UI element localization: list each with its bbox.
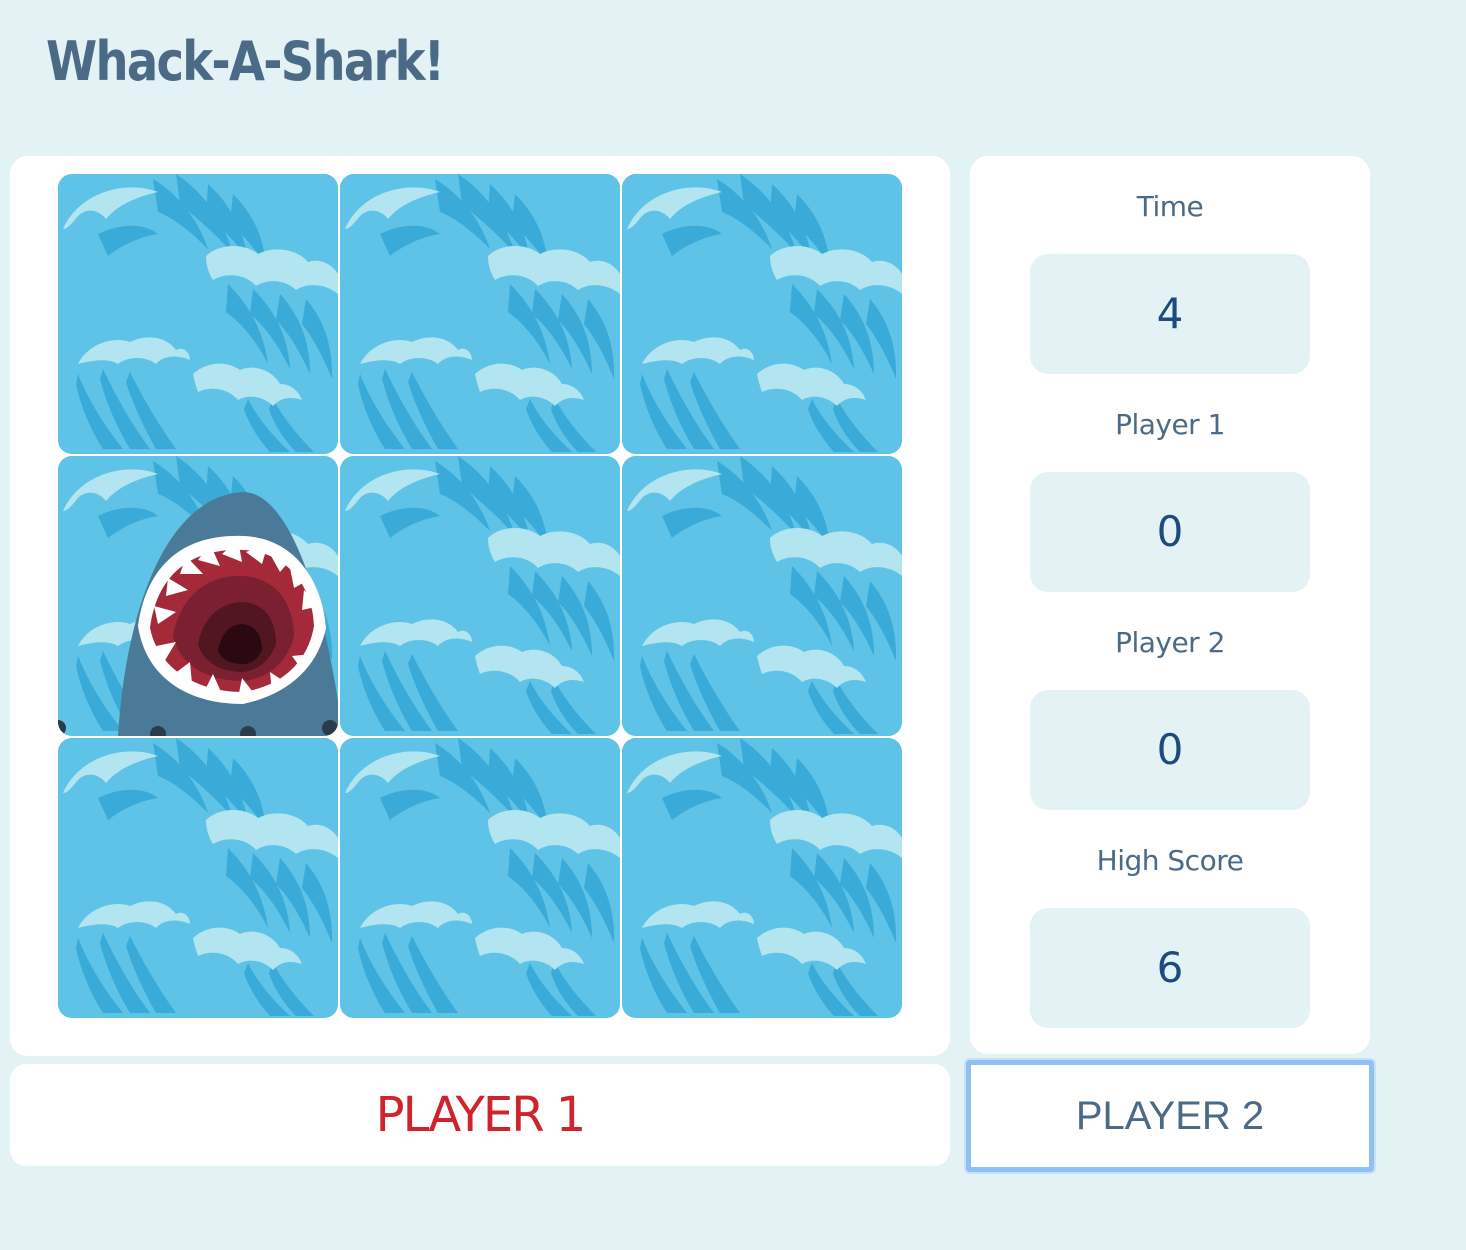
hole-waves[interactable] [622,738,902,1018]
waves-image [622,456,902,736]
hole-grid [58,174,902,1018]
waves-image [340,738,620,1018]
hole-waves[interactable] [58,174,338,454]
hole-waves[interactable] [340,174,620,454]
hole-shark[interactable] [58,456,338,736]
waves-image [340,174,620,454]
player1-button[interactable]: PLAYER 1 [10,1064,950,1166]
scoreboard-panel: Time 4 Player 1 0 Player 2 0 High Score … [970,156,1370,1054]
time-label: Time [1136,190,1204,223]
hole-waves[interactable] [622,456,902,736]
high-score-value: 6 [1030,908,1310,1028]
shark-image [58,456,338,736]
hole-waves[interactable] [340,738,620,1018]
waves-image [622,174,902,454]
time-value: 4 [1030,254,1310,374]
waves-image [622,738,902,1018]
player2-score-value: 0 [1030,690,1310,810]
player2-button[interactable]: PLAYER 2 [966,1060,1374,1172]
page-title: Whack-A-Shark! [46,30,445,93]
player1-score-label: Player 1 [1115,408,1225,441]
waves-image [340,456,620,736]
hole-waves[interactable] [622,174,902,454]
hole-waves[interactable] [58,738,338,1018]
waves-image [58,738,338,1018]
hole-waves[interactable] [340,456,620,736]
high-score-label: High Score [1096,844,1244,877]
player2-score-label: Player 2 [1115,626,1225,659]
game-board-panel [10,156,950,1056]
player1-score-value: 0 [1030,472,1310,592]
waves-image [58,174,338,454]
